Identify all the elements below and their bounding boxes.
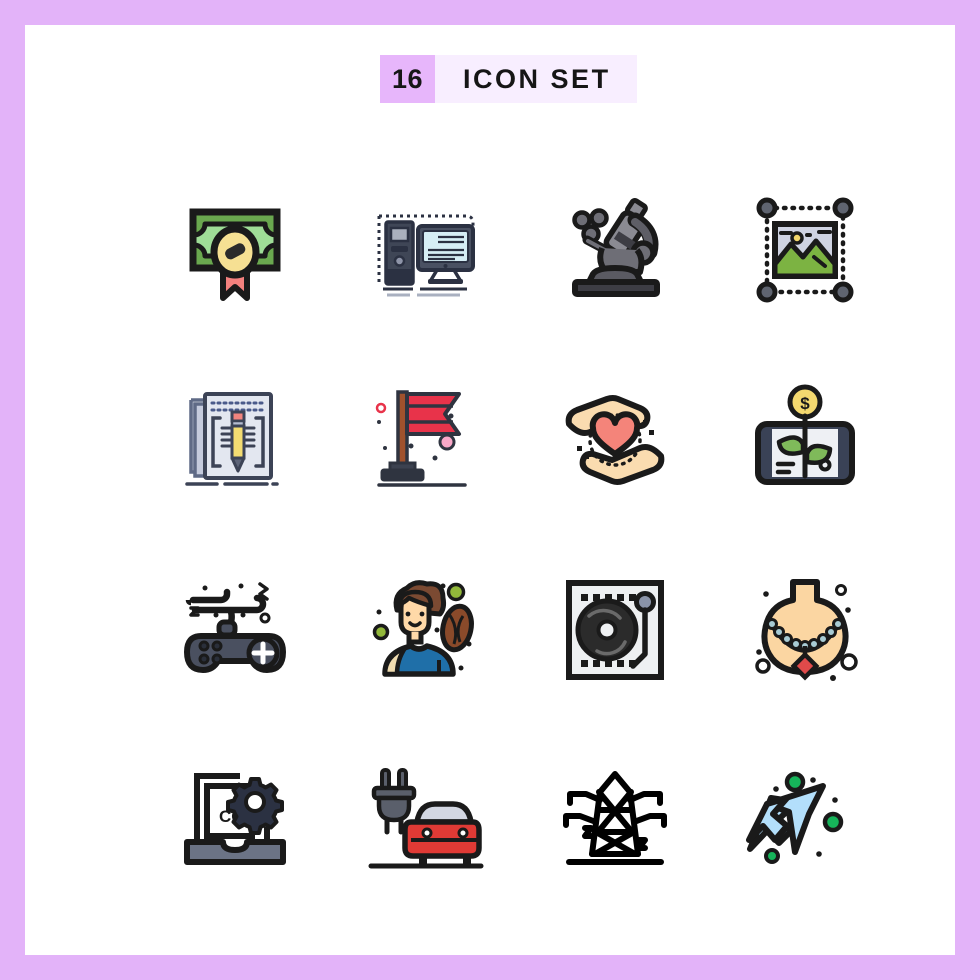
microscope-icon	[572, 197, 660, 297]
necklace-icon	[755, 579, 858, 681]
icon-set-page: 16 ICON SET $	[0, 0, 980, 980]
icon-cell-electric-car[interactable]	[330, 725, 520, 915]
tablet-money-plant-icon: $	[755, 384, 855, 485]
turntable-icon	[566, 580, 664, 680]
icon-cell-person-football[interactable]	[330, 535, 520, 725]
laptop-code-gear-icon: CODE	[184, 773, 286, 865]
document-pencil-icon	[185, 392, 279, 486]
gamepad-icon	[184, 582, 286, 673]
icon-cell-money-badge[interactable]	[140, 155, 330, 345]
icon-cell-care-heart[interactable]	[520, 345, 710, 535]
image-selection-icon	[756, 197, 854, 303]
flag-icon	[375, 390, 467, 487]
desktop-computer-icon	[377, 214, 475, 297]
page-title: ICON SET	[435, 55, 637, 103]
icon-cell-cursor[interactable]	[710, 725, 900, 915]
icon-cell-image-selection[interactable]	[710, 155, 900, 345]
icon-cell-microscope[interactable]	[520, 155, 710, 345]
icon-cell-computer[interactable]	[330, 155, 520, 345]
person-football-icon	[372, 580, 474, 677]
icon-cell-money-plant[interactable]: $	[710, 345, 900, 535]
icon-cell-power-tower[interactable]	[520, 725, 710, 915]
money-badge-icon	[189, 208, 281, 301]
icon-cell-gamepad[interactable]	[140, 535, 330, 725]
icon-canvas: 16 ICON SET $	[25, 25, 955, 955]
power-tower-icon	[563, 771, 667, 865]
header: 16 ICON SET	[380, 55, 637, 103]
icon-cell-necklace[interactable]	[710, 535, 900, 725]
icon-cell-flag[interactable]	[330, 345, 520, 535]
dollar-sign-label: $	[800, 394, 810, 413]
icon-cell-copywriting[interactable]	[140, 345, 330, 535]
cursor-arrow-icon	[746, 771, 844, 864]
icon-grid: $	[140, 155, 900, 915]
icon-count-badge: 16	[380, 55, 436, 103]
hands-heart-icon	[565, 395, 665, 485]
electric-car-icon	[368, 768, 484, 869]
icon-cell-laptop-code[interactable]: CODE	[140, 725, 330, 915]
icon-cell-turntable[interactable]	[520, 535, 710, 725]
